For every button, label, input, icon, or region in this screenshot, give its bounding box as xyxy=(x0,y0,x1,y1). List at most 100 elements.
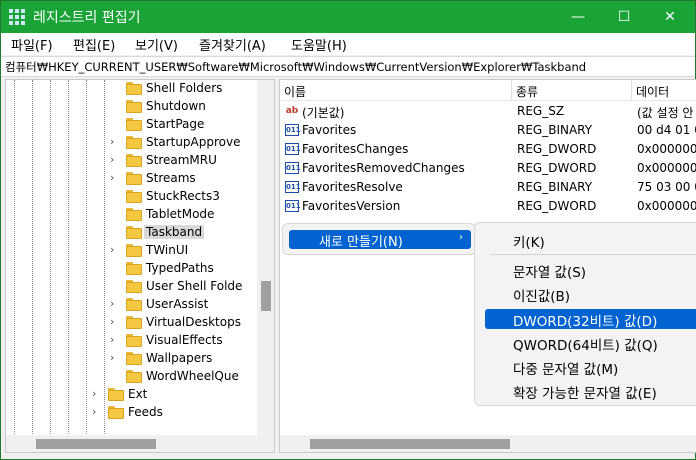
expand-chevron-icon[interactable]: › xyxy=(110,171,120,184)
value-row[interactable]: ab (기본값) REG_SZ (값 설정 안 xyxy=(280,102,696,121)
folder-icon xyxy=(126,334,142,347)
title-bar[interactable]: 레지스트리 편집기 — ☐ ✕ xyxy=(1,1,695,33)
value-data: 75 03 00 0 xyxy=(637,180,696,194)
menu-separator xyxy=(491,254,696,255)
expandable-string-value-menu-item[interactable]: 확장 가능한 문자열 값(E) xyxy=(485,381,696,402)
tree-item[interactable]: Taskband xyxy=(6,224,256,242)
tree-item[interactable]: TabletMode xyxy=(6,206,256,224)
tree-scroll-thumb[interactable] xyxy=(261,281,271,311)
expand-chevron-icon[interactable]: › xyxy=(110,351,120,364)
tree-item[interactable]: Shell Folders xyxy=(6,80,256,98)
value-data: 0x0000000 xyxy=(637,199,696,213)
address-bar[interactable]: 컴퓨터₩HKEY_CURRENT_USER₩Software₩Microsoft… xyxy=(1,56,695,77)
string-value-icon: ab xyxy=(285,106,299,116)
tree-item-label: Shell Folders xyxy=(146,81,223,95)
regedit-app-icon xyxy=(9,9,25,25)
folder-icon xyxy=(108,406,124,419)
tree-item[interactable]: WordWheelQue xyxy=(6,368,256,386)
folder-icon xyxy=(126,190,142,203)
tree-item-label: User Shell Folde xyxy=(146,279,243,293)
menu-favorites[interactable]: 즐겨찾기(A) xyxy=(195,35,270,54)
tree-item-label: TypedPaths xyxy=(146,261,214,275)
tree-item[interactable]: › Streams xyxy=(6,170,256,188)
tree-item[interactable]: › UserAssist xyxy=(6,296,256,314)
tree-item[interactable]: User Shell Folde xyxy=(6,278,256,296)
maximize-button[interactable]: ☐ xyxy=(601,1,647,33)
menu-edit[interactable]: 편집(E) xyxy=(69,35,119,54)
menu-item-label: DWORD(32비트) 값(D) xyxy=(513,314,658,330)
tree-item[interactable]: › StreamMRU xyxy=(6,152,256,170)
tree-horizontal-scrollbar[interactable] xyxy=(6,435,274,452)
dword-value-menu-item[interactable]: DWORD(32비트) 값(D) xyxy=(485,309,696,330)
folder-icon xyxy=(126,82,142,95)
expand-chevron-icon[interactable]: › xyxy=(110,315,120,328)
tree-item-label: TWinUI xyxy=(146,243,189,257)
new-menu-item[interactable]: 새로 만들기(N) › xyxy=(289,230,471,250)
tree-item-label: StreamMRU xyxy=(146,153,217,167)
menu-item-label: 문자열 값(S) xyxy=(513,265,587,281)
tree-item[interactable]: StartPage xyxy=(6,116,256,134)
tree-item[interactable]: Shutdown xyxy=(6,98,256,116)
window-title: 레지스트리 편집기 xyxy=(33,10,141,26)
folder-icon xyxy=(126,136,142,149)
value-type: REG_DWORD xyxy=(517,161,597,175)
minimize-button[interactable]: — xyxy=(555,1,601,33)
expand-chevron-icon[interactable]: › xyxy=(110,333,120,346)
tree-item[interactable]: TypedPaths xyxy=(6,260,256,278)
tree-item-label: StuckRects3 xyxy=(146,189,220,203)
folder-icon xyxy=(126,100,142,113)
qword-value-menu-item[interactable]: QWORD(64비트) 값(Q) xyxy=(485,333,696,354)
menu-item-label: QWORD(64비트) 값(Q) xyxy=(513,338,658,354)
column-header-data[interactable]: 데이터 xyxy=(632,80,696,100)
menu-view[interactable]: 보기(V) xyxy=(131,35,182,54)
binary-value-icon: 011 xyxy=(285,124,301,136)
tree-item[interactable]: › StartupApprove xyxy=(6,134,256,152)
tree-item[interactable]: › VisualEffects xyxy=(6,332,256,350)
tree-item-label: StartPage xyxy=(146,117,205,131)
expand-chevron-icon[interactable]: › xyxy=(110,153,120,166)
tree-hscroll-thumb[interactable] xyxy=(36,439,156,449)
expand-chevron-icon[interactable]: › xyxy=(92,405,102,418)
value-name: (기본값) xyxy=(302,106,345,120)
expand-chevron-icon[interactable]: › xyxy=(110,135,120,148)
value-row[interactable]: 011FavoritesVersion REG_DWORD 0x0000000 xyxy=(280,197,696,216)
expand-chevron-icon[interactable]: › xyxy=(110,297,120,310)
value-type: REG_BINARY xyxy=(517,123,593,137)
folder-icon xyxy=(126,370,142,383)
value-row[interactable]: 011FavoritesChanges REG_DWORD 0x0000000 xyxy=(280,140,696,159)
tree-item-label: Taskband xyxy=(144,225,205,239)
tree-item-label: UserAssist xyxy=(146,297,209,311)
string-value-menu-item[interactable]: 문자열 값(S) xyxy=(485,260,696,281)
tree-item[interactable]: StuckRects3 xyxy=(6,188,256,206)
tree-item[interactable]: › TWinUI xyxy=(6,242,256,260)
tree-vertical-scrollbar[interactable] xyxy=(257,80,274,436)
value-data: (값 설정 안 xyxy=(637,106,694,120)
list-horizontal-scrollbar[interactable] xyxy=(280,435,696,452)
value-data: 0x0000000 xyxy=(637,142,696,156)
column-header-type[interactable]: 종류 xyxy=(512,80,632,100)
binary-value-menu-item[interactable]: 이진값(B) xyxy=(485,284,696,305)
folder-icon xyxy=(126,226,142,239)
menu-help[interactable]: 도움말(H) xyxy=(287,35,351,54)
column-header-name[interactable]: 이름 xyxy=(280,80,512,100)
binary-value-icon: 011 xyxy=(285,200,301,212)
tree-item[interactable]: › Feeds xyxy=(6,404,256,422)
folder-icon xyxy=(126,280,142,293)
expand-chevron-icon[interactable]: › xyxy=(92,387,102,400)
expand-chevron-icon[interactable]: › xyxy=(110,243,120,256)
tree-item[interactable]: › Ext xyxy=(6,386,256,404)
value-row[interactable]: 011 FavoritesRemovedChanges REG_DWORD 0x000… xyxy=(280,159,696,178)
value-type: REG_BINARY xyxy=(517,180,593,194)
tree-item[interactable]: › VirtualDesktops xyxy=(6,314,256,332)
key-menu-item[interactable]: 키(K) xyxy=(485,230,696,251)
value-row[interactable]: 011 FavoritesResolve REG_BINARY 75 03 00 0 xyxy=(280,178,696,197)
binary-value-icon: 011 xyxy=(285,181,301,193)
menu-file[interactable]: 파일(F) xyxy=(7,35,57,54)
tree-item[interactable]: › Wallpapers xyxy=(6,350,256,368)
folder-icon xyxy=(126,316,142,329)
close-button[interactable]: ✕ xyxy=(647,1,693,33)
multi-string-value-menu-item[interactable]: 다중 문자열 값(M) xyxy=(485,357,696,378)
list-hscroll-thumb[interactable] xyxy=(310,439,510,449)
value-row[interactable]: 011 Favorites REG_BINARY 00 d4 01 0 xyxy=(280,121,696,140)
tree-item-label: Shutdown xyxy=(146,99,206,113)
